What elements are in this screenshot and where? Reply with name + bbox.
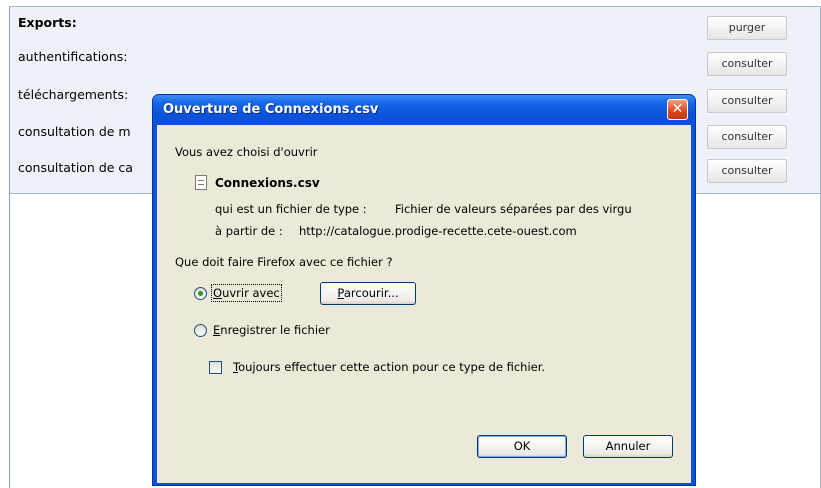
cancel-button[interactable]: Annuler [583, 435, 673, 458]
open-with-radio[interactable] [194, 287, 207, 300]
file-name: Connexions.csv [215, 176, 320, 190]
file-type-value: Fichier de valeurs séparées par des virg… [395, 202, 632, 216]
purger-button[interactable]: purger [707, 16, 787, 40]
source-label: à partir de : [215, 224, 283, 238]
telechargements-label: téléchargements: [18, 87, 129, 102]
browse-button[interactable]: Parcourir... [320, 282, 416, 305]
always-do-label[interactable]: Toujours effectuer cette action pour ce … [233, 360, 545, 374]
dialog-title: Ouverture de Connexions.csv [163, 102, 379, 117]
consulter-authentifications-button[interactable]: consulter [707, 52, 787, 76]
open-with-label[interactable]: Ouvrir avec [211, 284, 282, 302]
question-text: Que doit faire Firefox avec ce fichier ? [175, 255, 393, 269]
exports-label: Exports: [18, 15, 77, 30]
file-type-label: qui est un fichier de type : [215, 202, 367, 216]
consultation-m-label: consultation de m [18, 124, 131, 139]
source-url: http://catalogue.prodige-recette.cete-ou… [299, 224, 577, 238]
authentifications-label: authentifications: [18, 49, 128, 64]
consulter-consultation-m-button[interactable]: consulter [707, 125, 787, 149]
file-icon [195, 175, 207, 190]
dialog-titlebar[interactable]: Ouverture de Connexions.csv ✕ [153, 95, 695, 125]
always-do-checkbox[interactable] [209, 361, 222, 374]
dialog-body: Vous avez choisi d'ouvrir Connexions.csv… [157, 125, 691, 483]
open-file-dialog: Ouverture de Connexions.csv ✕ Vous avez … [152, 94, 696, 486]
save-file-label[interactable]: Enregistrer le fichier [213, 323, 330, 337]
consultation-ca-label: consultation de ca [18, 160, 133, 175]
intro-text: Vous avez choisi d'ouvrir [175, 145, 318, 159]
close-icon[interactable]: ✕ [667, 99, 688, 120]
consulter-telechargements-button[interactable]: consulter [707, 89, 787, 113]
ok-button[interactable]: OK [477, 435, 567, 458]
consulter-consultation-ca-button[interactable]: consulter [707, 159, 787, 183]
save-file-radio[interactable] [194, 324, 207, 337]
